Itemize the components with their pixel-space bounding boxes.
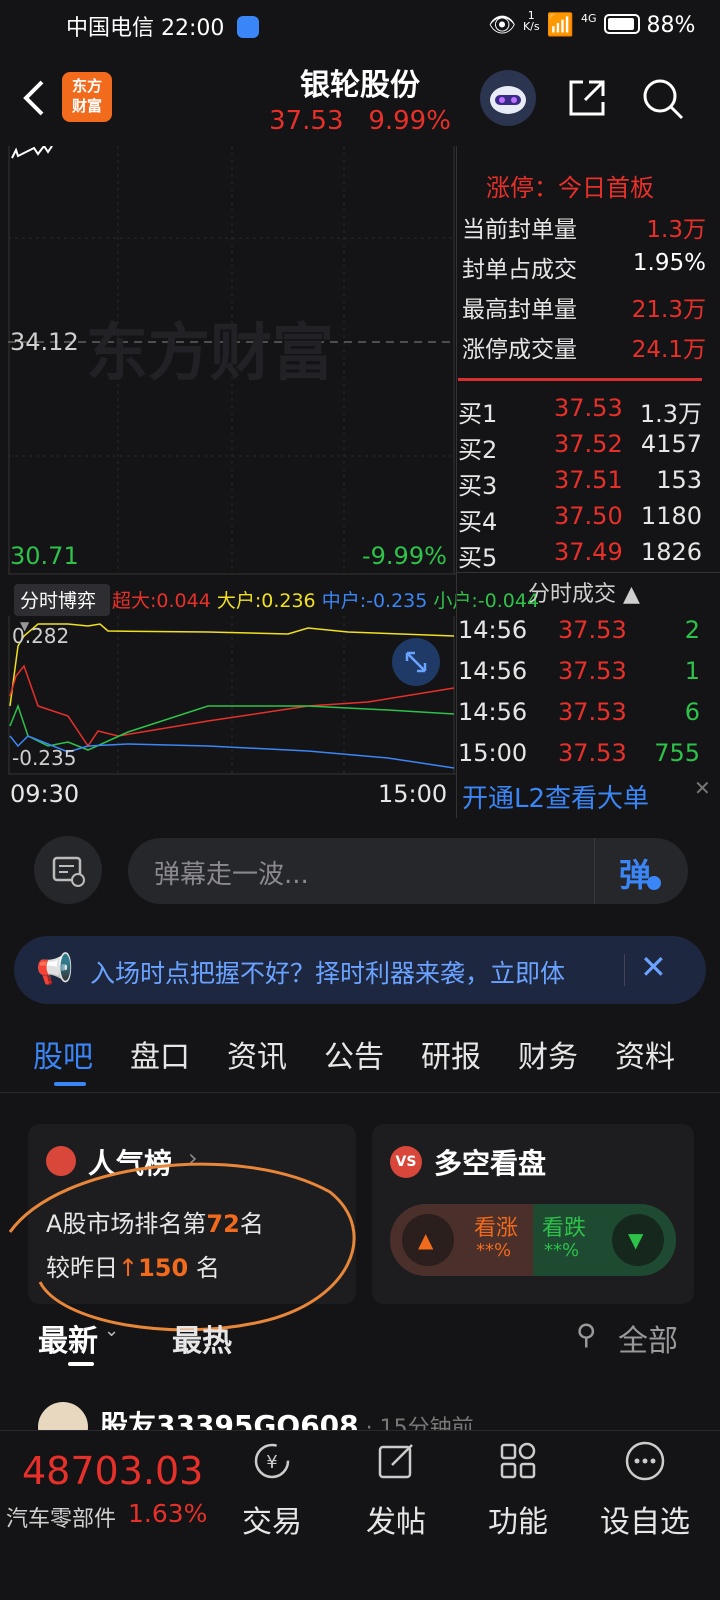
status-bar: 中国电信 22:00 👁 1 K/s 📶 4G 88% [0,0,720,50]
bid-row: 买5 37.49 1826 [458,538,702,572]
more-icon [625,1441,665,1481]
robot-assistant-icon[interactable] [480,70,536,126]
promo-banner[interactable]: 📢 入场时点把握不好？择时利器来袭，立即体 ✕ [14,936,706,1004]
sub-max-label: 0.282 [12,624,70,648]
sort-hot[interactable]: 最热 [172,1316,232,1360]
share-icon[interactable] [563,74,611,122]
filter-all[interactable]: 全部 [618,1316,678,1360]
danmu-send-button[interactable]: 弹 [594,838,688,904]
low-price-label: 30.71 [10,542,79,570]
indicator-selector[interactable]: 分时博弈 ▼ [14,584,110,633]
search-icon[interactable] [638,74,686,122]
nav-functions[interactable]: 功能 [468,1439,568,1541]
trades-header[interactable]: 分时成交 ▲ [528,576,640,608]
eye-icon: 👁 [488,13,516,38]
tab-pankou[interactable]: 盘口 [130,1032,190,1076]
tab-finance[interactable]: 财务 [518,1032,578,1076]
bid-row: 买3 37.51 153 [458,466,702,500]
status-left: 中国电信 22:00 [66,10,260,42]
danmu-input[interactable]: 弹幕走一波... 弹 [128,838,688,904]
triangle-up-icon: ▲ [418,1228,434,1252]
limit-row: 当前封单量 1.3万 [462,217,706,243]
section-tabs: 股吧 盘口 资讯 公告 研报 财务 资料 [0,1032,720,1092]
limit-row: 最高封单量 21.3万 [462,297,706,323]
banner-divider [624,954,625,986]
limit-row: 封单占成交 1.95% [462,250,706,283]
sub-min-label: -0.235 [12,746,77,770]
intraday-chart[interactable]: 东方财富 34.12 30.71 -9.99% 分时博弈 ▼ 超大:0.044 … [8,146,539,818]
filter-icon[interactable]: ⚲ [576,1318,597,1351]
close-icon[interactable]: ✕ [640,948,667,986]
battery-icon [603,14,640,34]
edit-icon [378,1444,413,1479]
trade-row: 14:56 37.53 2 [458,616,700,644]
ref-price-label: 34.12 [10,328,79,356]
l2-promo-link[interactable]: 开通L2查看大单 [462,778,649,815]
tab-guba[interactable]: 股吧 [33,1032,93,1076]
limit-divider [458,378,702,381]
svg-text:¥: ¥ [266,1452,277,1473]
clock: 22:00 [161,16,225,41]
bid-row: 买4 37.50 1180 [458,502,702,536]
bullish-button[interactable]: ▲ [402,1214,454,1266]
network-type: 4G [581,12,597,25]
right-panel-divider [456,146,457,818]
chevron-down-icon: ⌄ [104,1320,120,1341]
status-right: 👁 1 K/s 📶 4G 88% [488,10,695,38]
bearish-button[interactable]: ▼ [612,1214,664,1266]
right-panel: 涨停：今日首板 当前封单量 1.3万 封单占成交 1.95% 最高封单量 21.3万 … [456,146,720,818]
bid-row: 买2 37.52 4157 [458,430,702,464]
carrier: 中国电信 [66,16,155,41]
index-ticker[interactable]: 48703.03 汽车零部件 1.63% [0,1431,220,1532]
stock-price: 37.53 [269,106,344,136]
trade-row: 15:00 37.53 755 [458,739,700,767]
trade-row: 14:56 37.53 6 [458,698,700,726]
bid-row: 买1 37.53 1.3万 [458,394,702,428]
vs-icon: VS [390,1146,422,1178]
nav-trade[interactable]: ¥ 交易 [222,1439,322,1541]
nav-add-watchlist[interactable]: 设自选 [590,1439,700,1541]
tabs-divider [0,1092,720,1093]
expand-icon[interactable] [392,638,440,686]
time-end-label: 15:00 [378,780,448,808]
close-l2-icon[interactable]: ✕ [694,776,718,800]
megaphone-icon: 📢 [36,952,74,987]
order-divider [456,572,720,573]
triangle-down-icon: ▼ [628,1228,644,1252]
sort-active-indicator [68,1362,94,1366]
limit-row: 涨停成交量 24.1万 [462,337,706,363]
trade-row: 14:56 37.53 1 [458,657,700,685]
net-speed: 1 K/s [522,9,540,33]
chart-watermark: 东方财富 [86,316,335,389]
tab-news[interactable]: 资讯 [227,1032,287,1076]
sort-latest[interactable]: 最新 [38,1316,98,1360]
bottom-nav: 48703.03 汽车零部件 1.63% ¥ 交易 发帖 功能 设自选 [0,1430,720,1600]
check-badge-icon [647,876,661,890]
yen-cycle-icon: ¥ [254,1443,290,1479]
legend-large: 大户:0.236 [216,590,316,612]
tab-active-indicator [54,1082,86,1086]
stock-quote: 37.53 9.99% [0,106,720,136]
app-notification-icon [237,16,260,38]
legend-super: 超大:0.044 [112,590,211,612]
stock-change-pct: 9.99% [368,106,451,136]
danmu-settings-icon[interactable] [34,836,102,904]
low-pct-label: -9.99% [362,542,447,570]
legend-mid: 中户:-0.235 [321,590,428,612]
tab-announcements[interactable]: 公告 [324,1032,384,1076]
tab-research[interactable]: 研报 [421,1032,481,1076]
grid-icon [500,1442,536,1479]
battery-level: 88% [646,13,696,38]
nav-post[interactable]: 发帖 [346,1439,446,1541]
time-start-label: 09:30 [10,780,80,808]
stock-title: 银轮股份 [300,68,420,103]
wifi-icon: 📶 [546,13,574,38]
tab-profile[interactable]: 资料 [615,1032,675,1076]
limit-status: 涨停：今日首板 [486,174,654,202]
sentiment-card[interactable]: VS 多空看盘 ▲ 看涨 **% 看跌 **% ▼ [372,1124,694,1304]
